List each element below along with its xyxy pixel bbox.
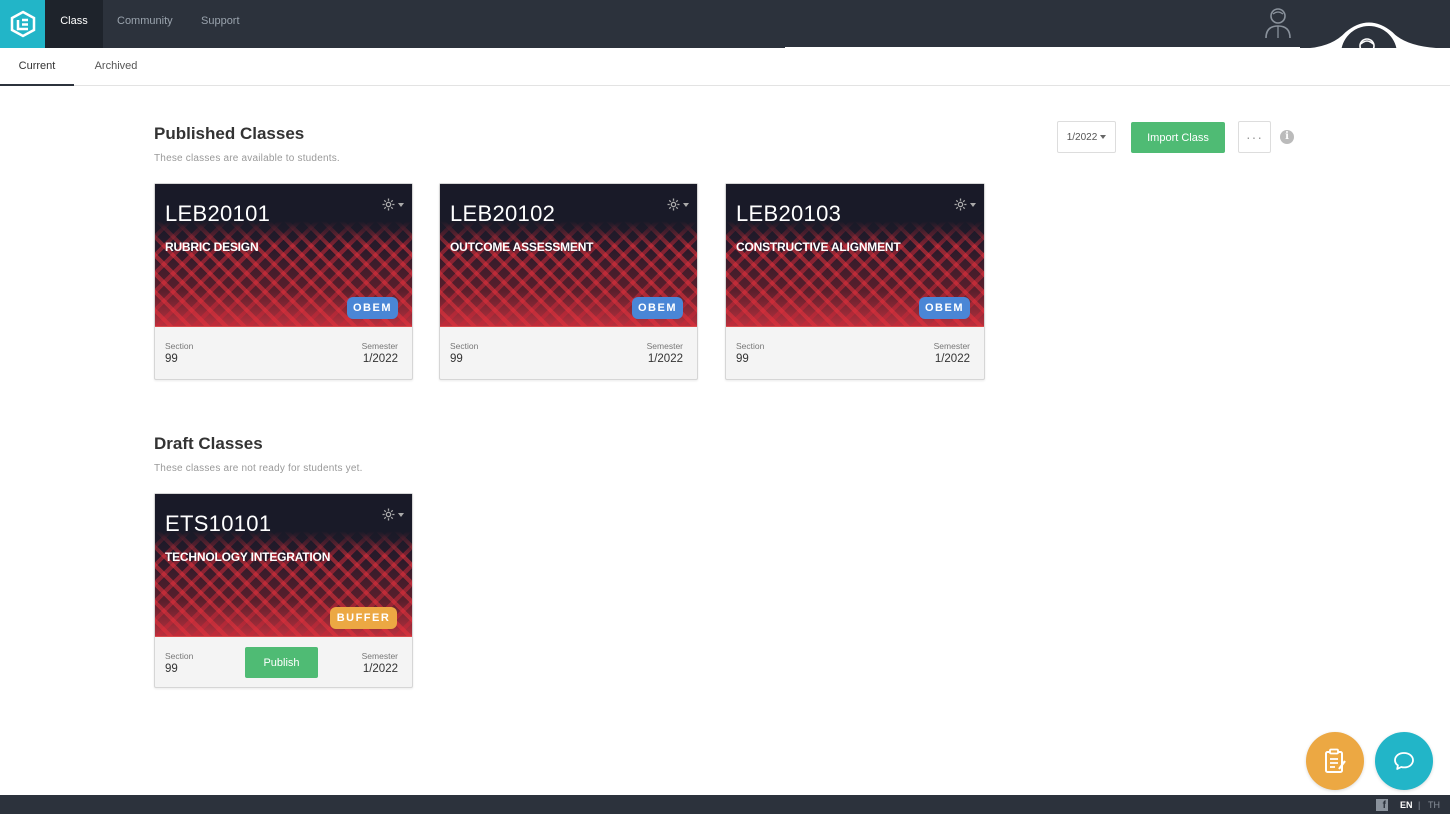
chat-button[interactable] [1375,732,1433,790]
class-name: OUTCOME ASSESSMENT [450,240,594,254]
nav-community[interactable]: Community [103,0,187,48]
chevron-down-icon [398,512,404,517]
class-type-badge: OBEM [919,297,970,319]
semester-label: Semester [361,651,398,661]
nav-support[interactable]: Support [187,0,254,48]
class-type-badge: OBEM [347,297,398,319]
card-settings[interactable] [667,198,689,211]
lang-separator: | [1418,800,1421,810]
notes-button[interactable] [1306,732,1364,790]
section-label: Section [165,651,194,661]
class-type-badge: BUFFER [330,607,397,629]
semester-value: 1/2022 [934,353,970,365]
published-title: Published Classes [154,124,305,143]
draft-title: Draft Classes [154,434,263,453]
class-code: LEB20101 [165,201,271,226]
draft-subtitle: These classes are not ready for students… [154,463,363,474]
class-name: CONSTRUCTIVE ALIGNMENT [736,240,901,254]
lang-th[interactable]: TH [1428,799,1440,811]
gear-icon [667,198,680,211]
facebook-icon[interactable]: f [1376,799,1388,811]
chevron-down-icon [683,202,689,207]
semester-value: 1/2022 [647,353,683,365]
card-settings[interactable] [954,198,976,211]
class-code: LEB20102 [450,201,556,226]
gear-icon [382,198,395,211]
clipboard-icon [1325,748,1346,773]
card-banner: LEB20101 RUBRIC DESIGN OBEM [155,184,412,327]
lang-en[interactable]: EN [1400,799,1413,811]
section-label: Section [165,341,194,351]
tab-current[interactable]: Current [0,48,74,86]
card-settings[interactable] [382,508,404,521]
tab-archived[interactable]: Archived [80,48,152,86]
card-banner: LEB20102 OUTCOME ASSESSMENT OBEM [440,184,697,327]
publish-button[interactable]: Publish [245,647,318,678]
semester-value: 1/2022 [362,353,398,365]
top-navbar: Class Community Support [0,0,1450,48]
semester-value: 1/2022 [1066,131,1098,143]
section-value: 99 [736,353,749,365]
app-logo[interactable] [0,0,45,48]
section-value: 99 [450,353,463,365]
section-value: 99 [165,353,178,365]
card-banner: LEB20103 CONSTRUCTIVE ALIGNMENT OBEM [726,184,984,327]
user-icon[interactable] [1263,5,1293,39]
class-code: LEB20103 [736,201,842,226]
published-subtitle: These classes are available to students. [154,153,340,164]
gear-icon [954,198,967,211]
info-icon[interactable]: i [1280,130,1294,144]
class-type-badge: OBEM [632,297,683,319]
semester-label: Semester [361,341,398,351]
section-label: Section [736,341,765,351]
class-name: RUBRIC DESIGN [165,240,259,254]
footer: f EN | TH [0,795,1450,814]
more-options-button[interactable]: ··· [1238,121,1271,153]
import-class-button[interactable]: Import Class [1131,122,1225,153]
chat-bubble-icon [1394,752,1414,770]
semester-label: Semester [933,341,970,351]
chevron-down-icon [1100,135,1107,139]
semester-label: Semester [646,341,683,351]
section-value: 99 [165,663,178,675]
card-settings[interactable] [382,198,404,211]
class-code: ETS10101 [165,511,272,536]
class-tabs: Current Archived [0,48,1450,86]
class-card[interactable]: LEB20102 OUTCOME ASSESSMENT OBEM Section… [439,183,698,380]
chevron-down-icon [970,202,976,207]
logo-icon [10,10,35,38]
semester-dropdown[interactable]: 1/2022 [1057,121,1116,153]
class-card[interactable]: LEB20101 RUBRIC DESIGN OBEM Section 99 S… [154,183,413,380]
class-card[interactable]: ETS10101 TECHNOLOGY INTEGRATION BUFFER S… [154,493,413,688]
semester-value: 1/2022 [362,663,398,675]
class-name: TECHNOLOGY INTEGRATION [165,550,331,564]
class-card[interactable]: LEB20103 CONSTRUCTIVE ALIGNMENT OBEM Sec… [725,183,985,380]
chevron-down-icon [398,202,404,207]
nav-class[interactable]: Class [45,0,103,48]
card-banner: ETS10101 TECHNOLOGY INTEGRATION BUFFER [155,494,412,637]
gear-icon [382,508,395,521]
section-label: Section [450,341,479,351]
